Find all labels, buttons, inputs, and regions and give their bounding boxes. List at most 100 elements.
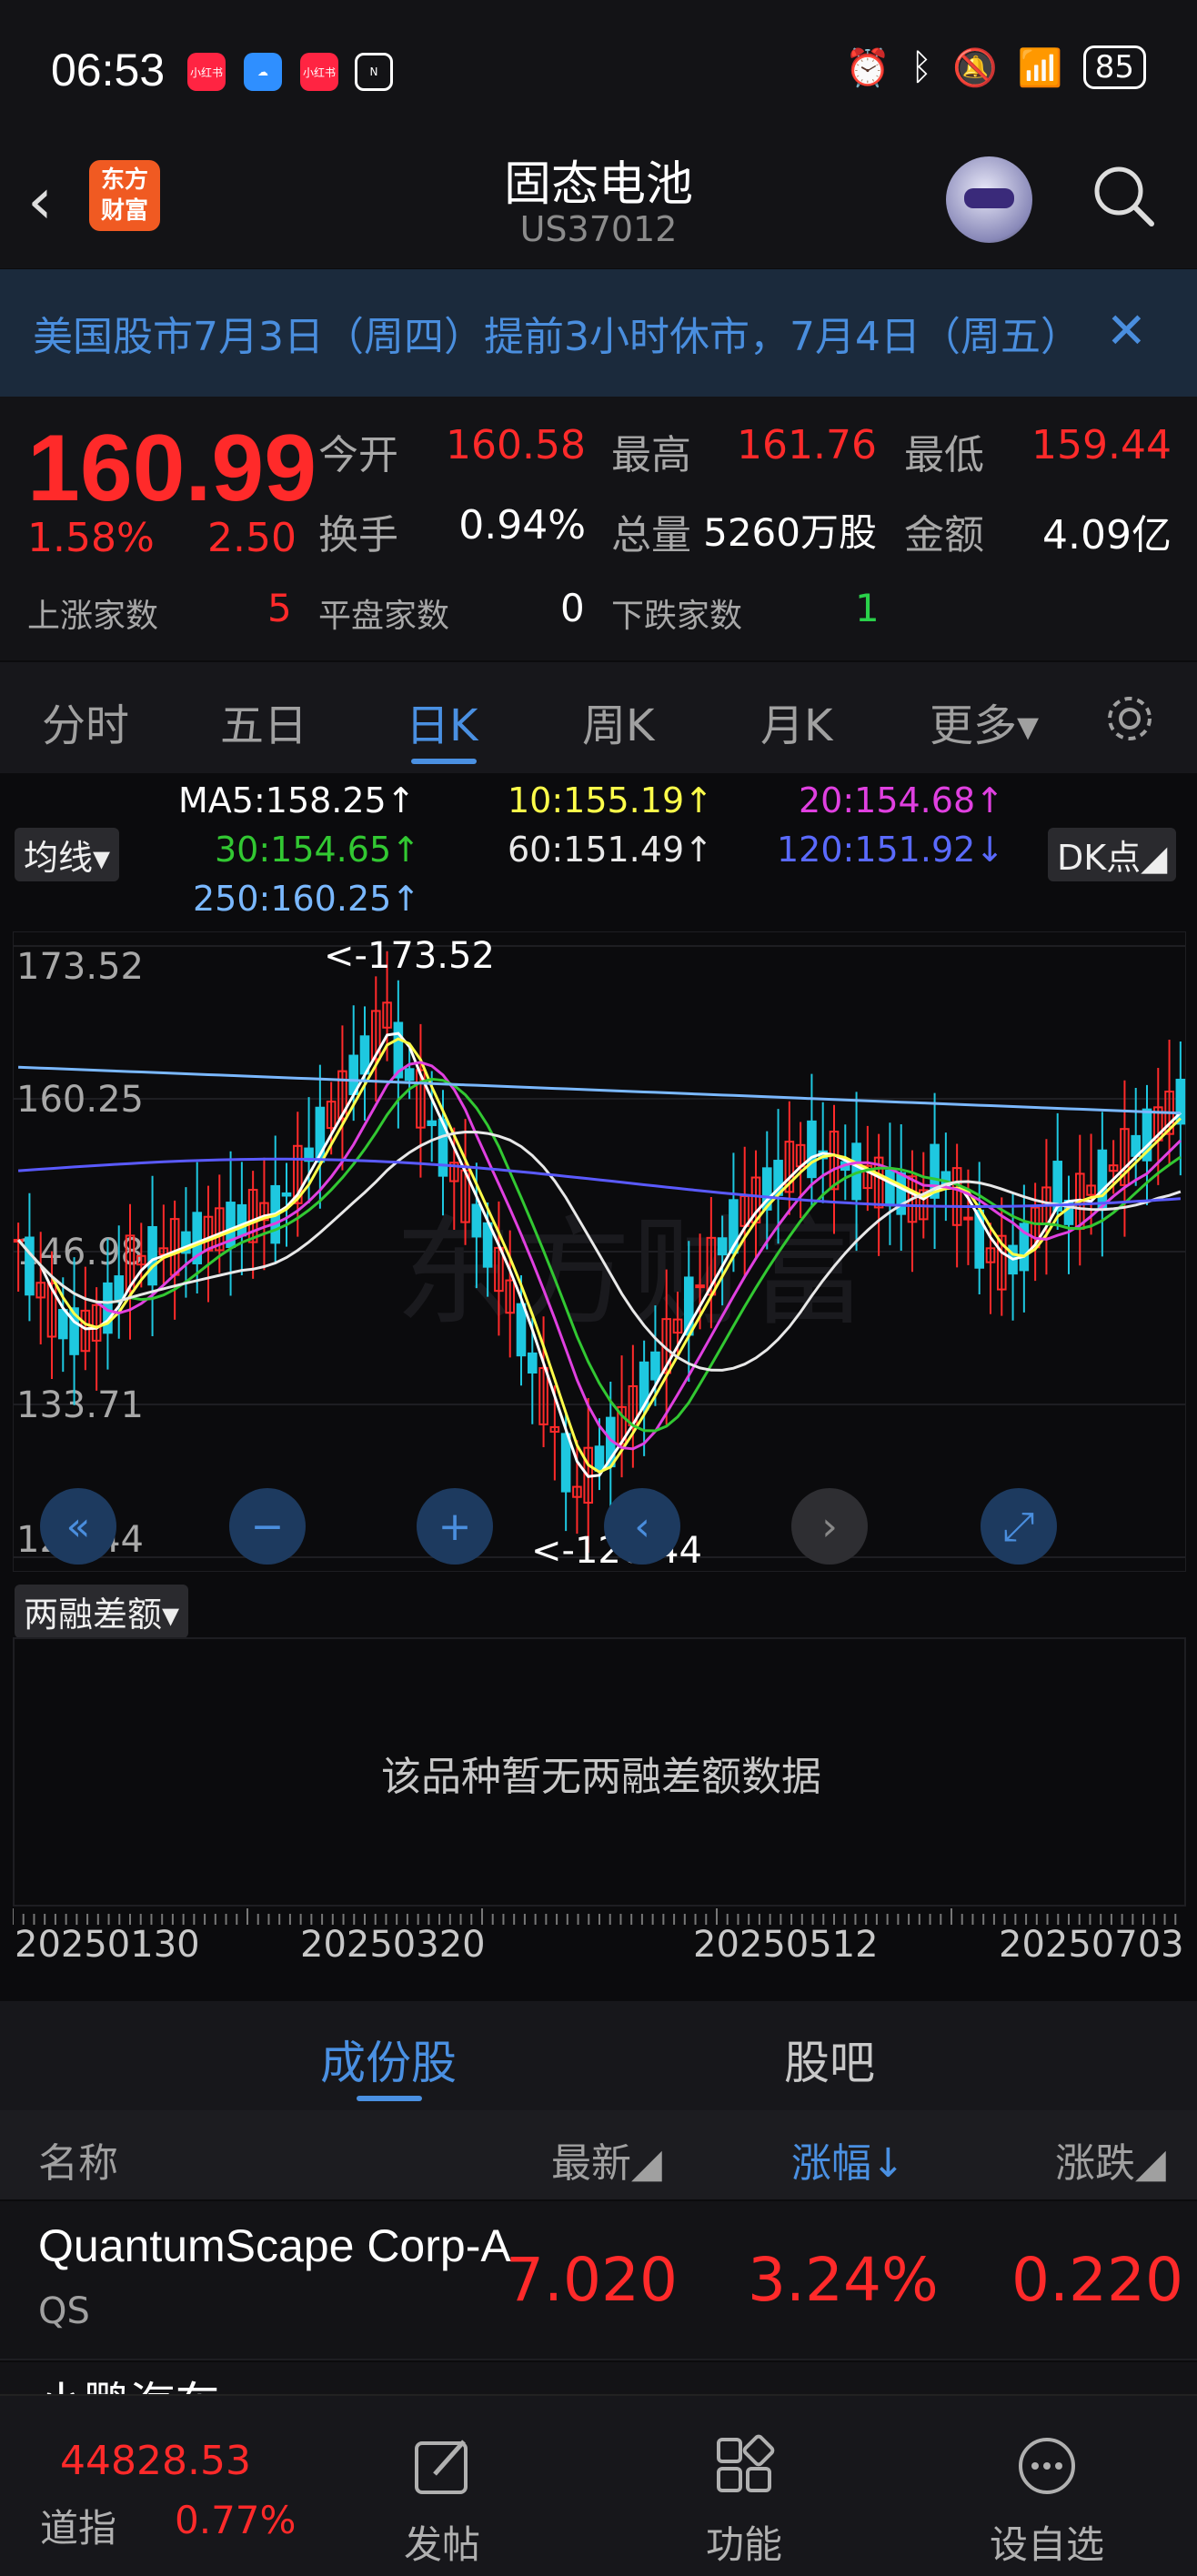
xiaohongshu-icon: 小红书 bbox=[187, 53, 226, 91]
candle-body bbox=[427, 1120, 438, 1126]
dk-selector[interactable]: DK点◢ bbox=[1048, 828, 1177, 881]
col-pct[interactable]: 涨幅↓ bbox=[791, 2130, 905, 2189]
candle-body bbox=[57, 1309, 68, 1340]
tab-more[interactable]: 更多▾ bbox=[930, 689, 1039, 753]
tab-intraday[interactable]: 分时 bbox=[42, 689, 129, 753]
y-tick-label: 173.52 bbox=[16, 946, 144, 988]
volume-value: 5260万股 bbox=[703, 510, 877, 555]
ma250-label: 250:160.25↑ bbox=[193, 879, 421, 919]
section-tabs: 成份股 股吧 bbox=[0, 2001, 1197, 2110]
notice-banner[interactable]: 美国股市7月3日（周四）提前3小时休市，7月4日（周五）休市一天 ✕ bbox=[0, 269, 1197, 397]
post-edit-icon[interactable] bbox=[411, 2434, 475, 2498]
candle-body bbox=[236, 1203, 247, 1237]
volume-label: 总量 bbox=[611, 512, 691, 558]
close-icon[interactable]: ✕ bbox=[1106, 302, 1147, 359]
col-change[interactable]: 涨跌◢ bbox=[1055, 2130, 1166, 2189]
stock-code: QS bbox=[38, 2290, 90, 2332]
x-label-4: 20250703 bbox=[999, 1924, 1184, 1966]
active-section-indicator bbox=[357, 2096, 422, 2101]
last-price: 160.99 bbox=[27, 416, 317, 521]
x-label-2: 20250320 bbox=[300, 1924, 486, 1966]
y-tick-label: 133.71 bbox=[16, 1384, 144, 1426]
function-grid-icon[interactable] bbox=[713, 2434, 777, 2498]
table-row-partial[interactable]: 小鹏汽车 bbox=[0, 2362, 1197, 2399]
list-header: 名称 最新◢ 涨幅↓ 涨跌◢ bbox=[0, 2110, 1197, 2199]
index-pct[interactable]: 0.77% bbox=[175, 2498, 296, 2542]
period-tabs: 分时 五日 日K 周K 月K 更多▾ bbox=[0, 662, 1197, 773]
low-label: 最低 bbox=[904, 432, 984, 478]
xiaohongshu-icon: 小红书 bbox=[300, 53, 338, 91]
function-button[interactable]: 功能 bbox=[706, 2514, 782, 2570]
y-tick-label: 146.98 bbox=[16, 1232, 144, 1273]
down-count-label: 下跌家数 bbox=[611, 598, 743, 635]
tab-daily-k[interactable]: 日K bbox=[406, 689, 478, 753]
flat-count-label: 平盘家数 bbox=[318, 598, 450, 635]
bottom-bar: 44828.53 道指 0.77% 发帖 功能 设自选 bbox=[0, 2394, 1197, 2576]
status-icons: ⏰ ᛒ 🔕 📶 85 bbox=[845, 45, 1146, 89]
flat-count: 0 bbox=[560, 586, 585, 630]
search-icon[interactable] bbox=[1091, 164, 1155, 227]
scroll-left-button[interactable]: ‹ bbox=[604, 1488, 680, 1565]
index-value[interactable]: 44828.53 bbox=[60, 2438, 251, 2484]
index-name[interactable]: 道指 bbox=[40, 2498, 116, 2553]
scroll-right-button[interactable]: › bbox=[791, 1488, 868, 1565]
bluetooth-icon: ᛒ bbox=[910, 46, 933, 88]
candle-body bbox=[560, 1433, 571, 1493]
stock-name: QuantumScape Corp-A bbox=[38, 2220, 511, 2271]
down-count: 1 bbox=[855, 586, 880, 630]
nfc-icon: N bbox=[355, 53, 393, 91]
col-latest[interactable]: 最新◢ bbox=[551, 2130, 662, 2189]
candle-body bbox=[114, 1275, 125, 1301]
tab-weekly-k[interactable]: 周K bbox=[582, 689, 654, 753]
candle-body bbox=[717, 1237, 728, 1256]
tab-five-day[interactable]: 五日 bbox=[220, 689, 307, 753]
ma10-label: 10:155.19↑ bbox=[508, 780, 713, 820]
candle-body bbox=[471, 1203, 482, 1238]
candle-body bbox=[1097, 1149, 1108, 1210]
settings-gear-icon[interactable] bbox=[1102, 691, 1157, 746]
x-label-3: 20250512 bbox=[693, 1924, 879, 1966]
pct-change: 1.58% bbox=[27, 515, 155, 561]
mute-icon: 🔕 bbox=[952, 46, 998, 89]
status-bar: 06:53 小红书 ☁ 小红书 N ⏰ ᛒ 🔕 📶 85 bbox=[0, 0, 1197, 136]
price-change: 2.50 bbox=[207, 515, 297, 561]
jump-start-button[interactable]: « bbox=[40, 1488, 116, 1565]
header: ‹ 东方 财富 固态电池 US37012 bbox=[0, 136, 1197, 268]
candle-body bbox=[650, 1351, 660, 1381]
table-row[interactable]: QuantumScape Corp-A QS 7.020 3.24% 0.220 bbox=[0, 2201, 1197, 2360]
up-count-label: 上涨家数 bbox=[27, 598, 159, 635]
candle-body bbox=[807, 1120, 817, 1179]
add-watchlist-button[interactable]: 设自选 bbox=[990, 2514, 1104, 2570]
high-label: 最高 bbox=[611, 432, 691, 478]
more-icon[interactable] bbox=[1015, 2434, 1079, 2498]
wifi-icon: 📶 bbox=[1017, 46, 1063, 89]
zoom-out-button[interactable]: − bbox=[229, 1488, 306, 1565]
empty-message: 该品种暂无两融差额数据 bbox=[381, 1754, 821, 1800]
amount-value: 4.09亿 bbox=[1042, 512, 1172, 558]
ma60-label: 60:151.49↑ bbox=[508, 830, 713, 870]
zoom-in-button[interactable]: + bbox=[417, 1488, 493, 1565]
candle-body bbox=[885, 1169, 895, 1207]
x-label-1: 20250130 bbox=[15, 1924, 200, 1966]
col-name[interactable]: 名称 bbox=[38, 2130, 118, 2189]
tab-monthly-k[interactable]: 月K bbox=[760, 689, 832, 753]
stock-pct: 3.24% bbox=[748, 2245, 939, 2315]
low-value: 159.44 bbox=[1031, 422, 1172, 468]
alarm-icon: ⏰ bbox=[845, 46, 891, 89]
ma-selector[interactable]: 均线▾ bbox=[15, 828, 120, 881]
ma5-label: MA5:158.25↑ bbox=[178, 780, 416, 820]
assistant-robot-icon[interactable] bbox=[946, 156, 1032, 243]
tab-constituents[interactable]: 成份股 bbox=[320, 2027, 457, 2092]
kline-chart[interactable]: 东方财富 173.52160.25146.98133.71120.44 <-17… bbox=[13, 931, 1186, 1572]
post-button[interactable]: 发帖 bbox=[404, 2514, 480, 2570]
tab-forum[interactable]: 股吧 bbox=[784, 2027, 875, 2092]
candle-body bbox=[281, 1192, 292, 1197]
fullscreen-button[interactable]: ⤢ bbox=[981, 1488, 1057, 1565]
up-count: 5 bbox=[267, 586, 292, 630]
sub-chart-selector[interactable]: 两融差额▾ bbox=[15, 1585, 189, 1638]
candle-body bbox=[25, 1236, 35, 1296]
candle-body bbox=[594, 1445, 605, 1472]
stock-price: 7.020 bbox=[506, 2245, 678, 2315]
active-tab-indicator bbox=[411, 759, 477, 764]
max-price-annotation: <-173.52 bbox=[324, 935, 495, 977]
